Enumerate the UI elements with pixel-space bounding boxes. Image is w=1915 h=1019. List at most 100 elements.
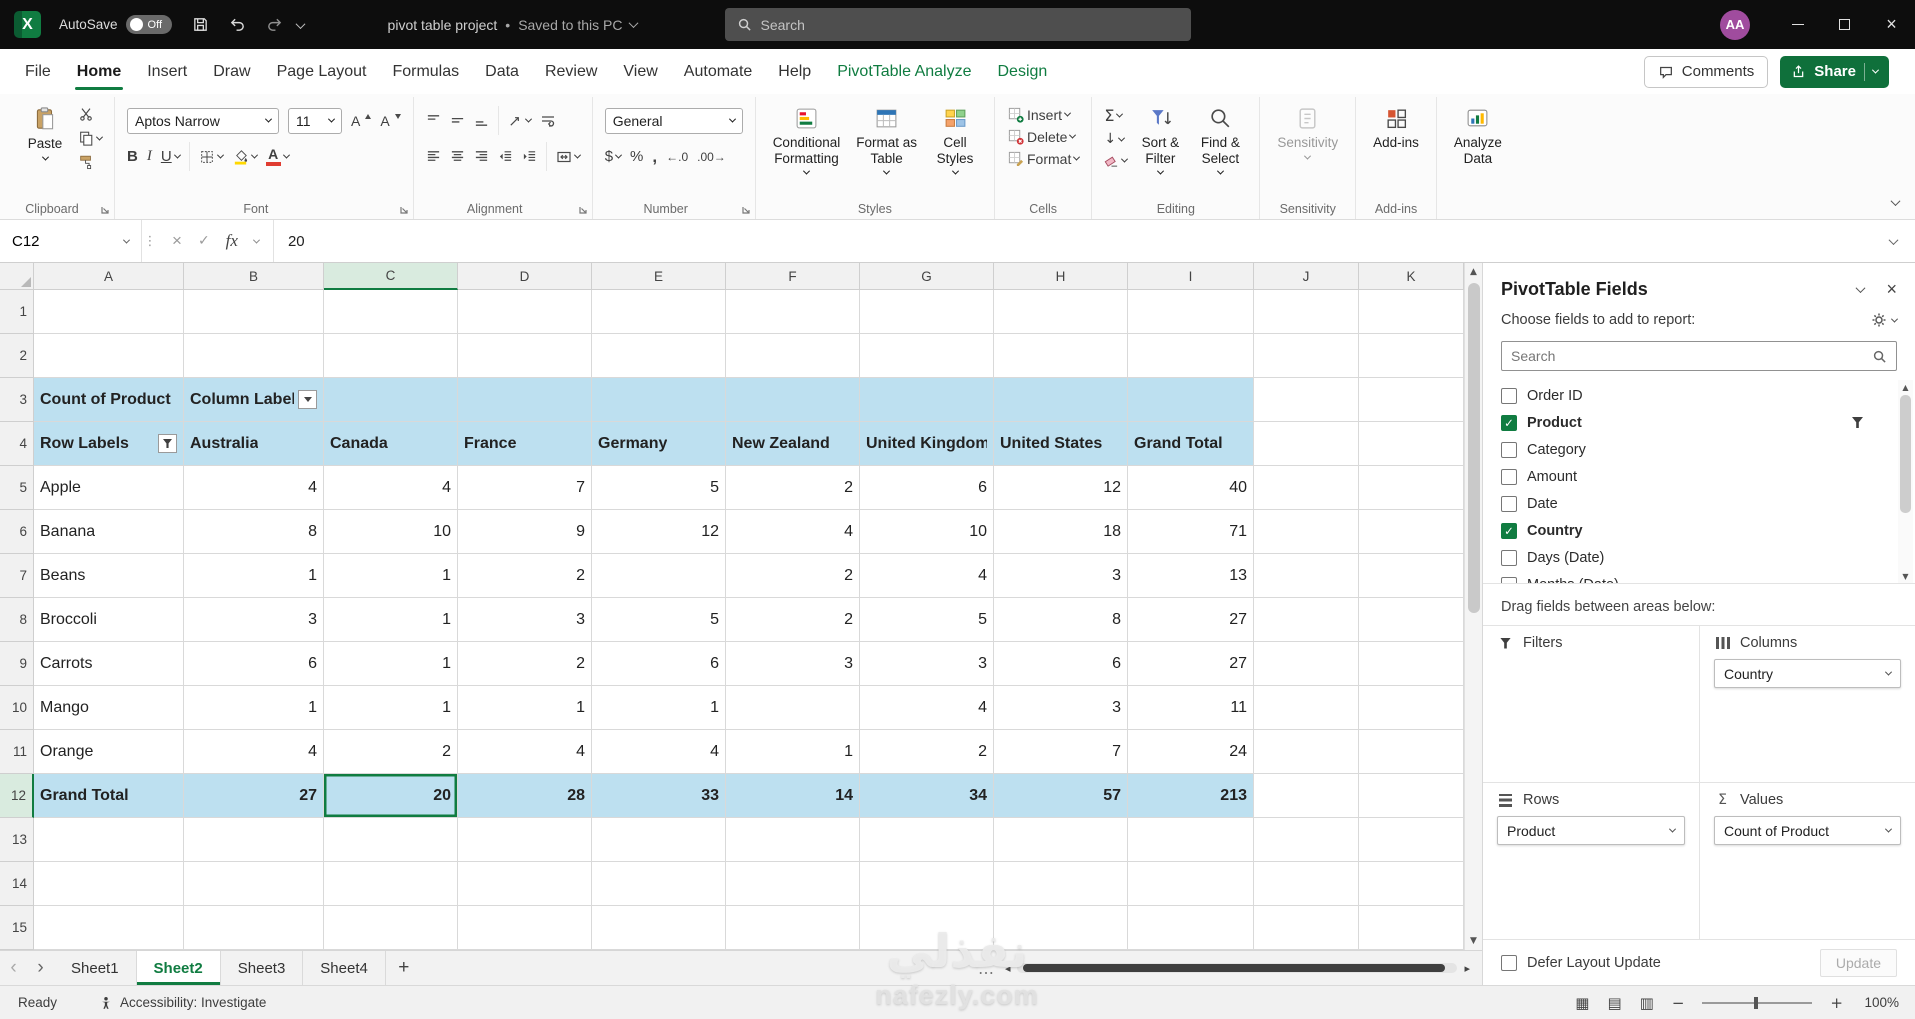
excel-app-icon[interactable]: X xyxy=(14,11,41,38)
formula-bar-expand[interactable] xyxy=(1872,220,1915,262)
cell-A14[interactable] xyxy=(34,862,184,906)
cell-D9[interactable]: 2 xyxy=(458,642,592,686)
row-header-6[interactable]: 6 xyxy=(0,510,34,554)
cell-G2[interactable] xyxy=(860,334,994,378)
accessibility-status[interactable]: Accessibility: Investigate xyxy=(99,995,266,1010)
cell-F5[interactable]: 2 xyxy=(726,466,860,510)
cell-G5[interactable]: 6 xyxy=(860,466,994,510)
column-header-I[interactable]: I xyxy=(1128,263,1254,290)
menu-tab-page-layout[interactable]: Page Layout xyxy=(264,49,380,94)
pane-tools-button[interactable] xyxy=(1871,312,1899,328)
orientation-button[interactable] xyxy=(508,113,532,128)
cell-I15[interactable] xyxy=(1128,906,1254,950)
column-header-C[interactable]: C xyxy=(324,263,458,290)
cell-K12[interactable] xyxy=(1359,774,1464,818)
undo-button[interactable] xyxy=(229,16,246,33)
column-header-D[interactable]: D xyxy=(458,263,592,290)
cell-J8[interactable] xyxy=(1254,598,1359,642)
menu-tab-insert[interactable]: Insert xyxy=(134,49,200,94)
cell-C4[interactable]: Canada xyxy=(324,422,458,466)
cell-I3[interactable] xyxy=(1128,378,1254,422)
cell-K6[interactable] xyxy=(1359,510,1464,554)
cell-E10[interactable]: 1 xyxy=(592,686,726,730)
cell-A4[interactable]: Row Labels xyxy=(34,422,184,466)
cell-F9[interactable]: 3 xyxy=(726,642,860,686)
cell-A9[interactable]: Carrots xyxy=(34,642,184,686)
sensitivity-button[interactable]: Sensitivity xyxy=(1272,101,1343,165)
cell-G4[interactable]: United Kingdom xyxy=(860,422,994,466)
cell-E11[interactable]: 4 xyxy=(592,730,726,774)
cell-D8[interactable]: 3 xyxy=(458,598,592,642)
cell-D13[interactable] xyxy=(458,818,592,862)
cell-F4[interactable]: New Zealand xyxy=(726,422,860,466)
cell-C3[interactable] xyxy=(324,378,458,422)
cell-E1[interactable] xyxy=(592,290,726,334)
search-box[interactable] xyxy=(724,8,1191,41)
field-item-order-id[interactable]: Order ID xyxy=(1501,382,1897,409)
cell-J6[interactable] xyxy=(1254,510,1359,554)
cell-D1[interactable] xyxy=(458,290,592,334)
cell-B9[interactable]: 6 xyxy=(184,642,324,686)
cell-A12[interactable]: Grand Total xyxy=(34,774,184,818)
cell-A13[interactable] xyxy=(34,818,184,862)
cell-styles-button[interactable]: Cell Styles xyxy=(928,101,982,180)
cell-H7[interactable]: 3 xyxy=(994,554,1128,598)
cell-C9[interactable]: 1 xyxy=(324,642,458,686)
cut-button[interactable] xyxy=(78,106,102,122)
view-page-break-button[interactable]: ▥ xyxy=(1640,994,1654,1012)
cell-B3[interactable]: Column Labels xyxy=(184,378,324,422)
cell-D3[interactable] xyxy=(458,378,592,422)
zoom-slider-thumb[interactable] xyxy=(1754,996,1759,1009)
row-header-5[interactable]: 5 xyxy=(0,466,34,510)
cell-H11[interactable]: 7 xyxy=(994,730,1128,774)
align-right-button[interactable] xyxy=(474,149,489,164)
cell-C1[interactable] xyxy=(324,290,458,334)
column-header-K[interactable]: K xyxy=(1359,263,1464,290)
cell-D7[interactable]: 2 xyxy=(458,554,592,598)
field-item-country[interactable]: ✓ Country xyxy=(1501,517,1897,544)
cell-G14[interactable] xyxy=(860,862,994,906)
insert-cells-button[interactable]: Insert xyxy=(1007,106,1079,123)
list-scroll-up[interactable]: ▲ xyxy=(1902,380,1908,394)
name-box-input[interactable] xyxy=(12,232,92,250)
cell-I1[interactable] xyxy=(1128,290,1254,334)
cell-D11[interactable]: 4 xyxy=(458,730,592,774)
maximize-button[interactable] xyxy=(1821,0,1868,49)
cell-I2[interactable] xyxy=(1128,334,1254,378)
clear-button[interactable] xyxy=(1104,153,1129,168)
cell-H2[interactable] xyxy=(994,334,1128,378)
delete-cells-button[interactable]: Delete xyxy=(1007,128,1079,145)
add-sheet-button[interactable]: + xyxy=(386,951,422,985)
menu-tab-view[interactable]: View xyxy=(610,49,670,94)
field-checkbox[interactable] xyxy=(1501,441,1517,458)
cell-F3[interactable] xyxy=(726,378,860,422)
cell-E2[interactable] xyxy=(592,334,726,378)
cell-G3[interactable] xyxy=(860,378,994,422)
cell-I5[interactable]: 40 xyxy=(1128,466,1254,510)
scroll-left-arrow[interactable]: ◂ xyxy=(1005,962,1011,975)
field-item-category[interactable]: Category xyxy=(1501,436,1897,463)
view-page-layout-button[interactable]: ▤ xyxy=(1607,994,1621,1012)
number-dialog-launcher[interactable] xyxy=(741,205,751,215)
sheet-tab-sheet4[interactable]: Sheet4 xyxy=(303,951,386,985)
field-checkbox[interactable]: ✓ xyxy=(1501,522,1517,539)
cell-H4[interactable]: United States xyxy=(994,422,1128,466)
column-header-E[interactable]: E xyxy=(592,263,726,290)
vertical-scroll-thumb[interactable] xyxy=(1467,283,1480,613)
cell-K13[interactable] xyxy=(1359,818,1464,862)
menu-tab-design[interactable]: Design xyxy=(985,49,1061,94)
cell-C10[interactable]: 1 xyxy=(324,686,458,730)
field-checkbox[interactable] xyxy=(1501,387,1517,404)
row-header-14[interactable]: 14 xyxy=(0,862,34,906)
cell-K7[interactable] xyxy=(1359,554,1464,598)
cell-B8[interactable]: 3 xyxy=(184,598,324,642)
search-input[interactable] xyxy=(760,16,1179,33)
sheet-tab-sheet2[interactable]: Sheet2 xyxy=(136,951,221,985)
zoom-out-button[interactable]: − xyxy=(1672,994,1685,1012)
cell-A15[interactable] xyxy=(34,906,184,950)
menu-tab-automate[interactable]: Automate xyxy=(671,49,765,94)
cell-E3[interactable] xyxy=(592,378,726,422)
field-checkbox[interactable] xyxy=(1501,549,1517,566)
cell-K8[interactable] xyxy=(1359,598,1464,642)
area-field-count-of-product[interactable]: Count of Product xyxy=(1714,816,1901,845)
